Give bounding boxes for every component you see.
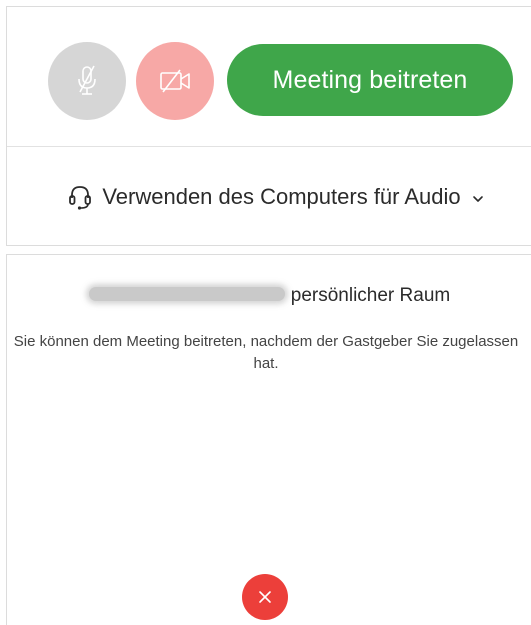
lobby-wait-message: Sie können dem Meeting beitreten, nachde…	[13, 333, 519, 372]
lobby-panel: persönlicher Raum Sie können dem Meeting…	[6, 254, 531, 625]
audio-option-content: Verwenden des Computers für Audio	[68, 184, 484, 210]
headset-icon	[68, 184, 92, 210]
audio-option-selector[interactable]: Verwenden des Computers für Audio	[7, 147, 531, 246]
video-off-icon	[160, 69, 190, 93]
room-title: persönlicher Raum	[7, 285, 531, 309]
mute-microphone-button[interactable]	[48, 42, 126, 120]
meeting-join-dialog: Meeting beitreten Verwenden des Computer…	[0, 0, 531, 625]
join-meeting-button[interactable]: Meeting beitreten	[227, 44, 513, 116]
stop-video-button[interactable]	[136, 42, 214, 120]
close-icon	[259, 591, 271, 603]
redacted-host-name	[88, 287, 285, 302]
media-controls-row: Meeting beitreten	[7, 7, 531, 147]
chevron-down-icon	[471, 192, 485, 206]
leave-button[interactable]	[242, 574, 288, 620]
microphone-muted-icon	[78, 65, 96, 95]
room-title-suffix: persönlicher Raum	[290, 285, 451, 306]
join-controls-panel: Meeting beitreten Verwenden des Computer…	[6, 6, 531, 246]
audio-option-label: Verwenden des Computers für Audio	[102, 183, 461, 209]
